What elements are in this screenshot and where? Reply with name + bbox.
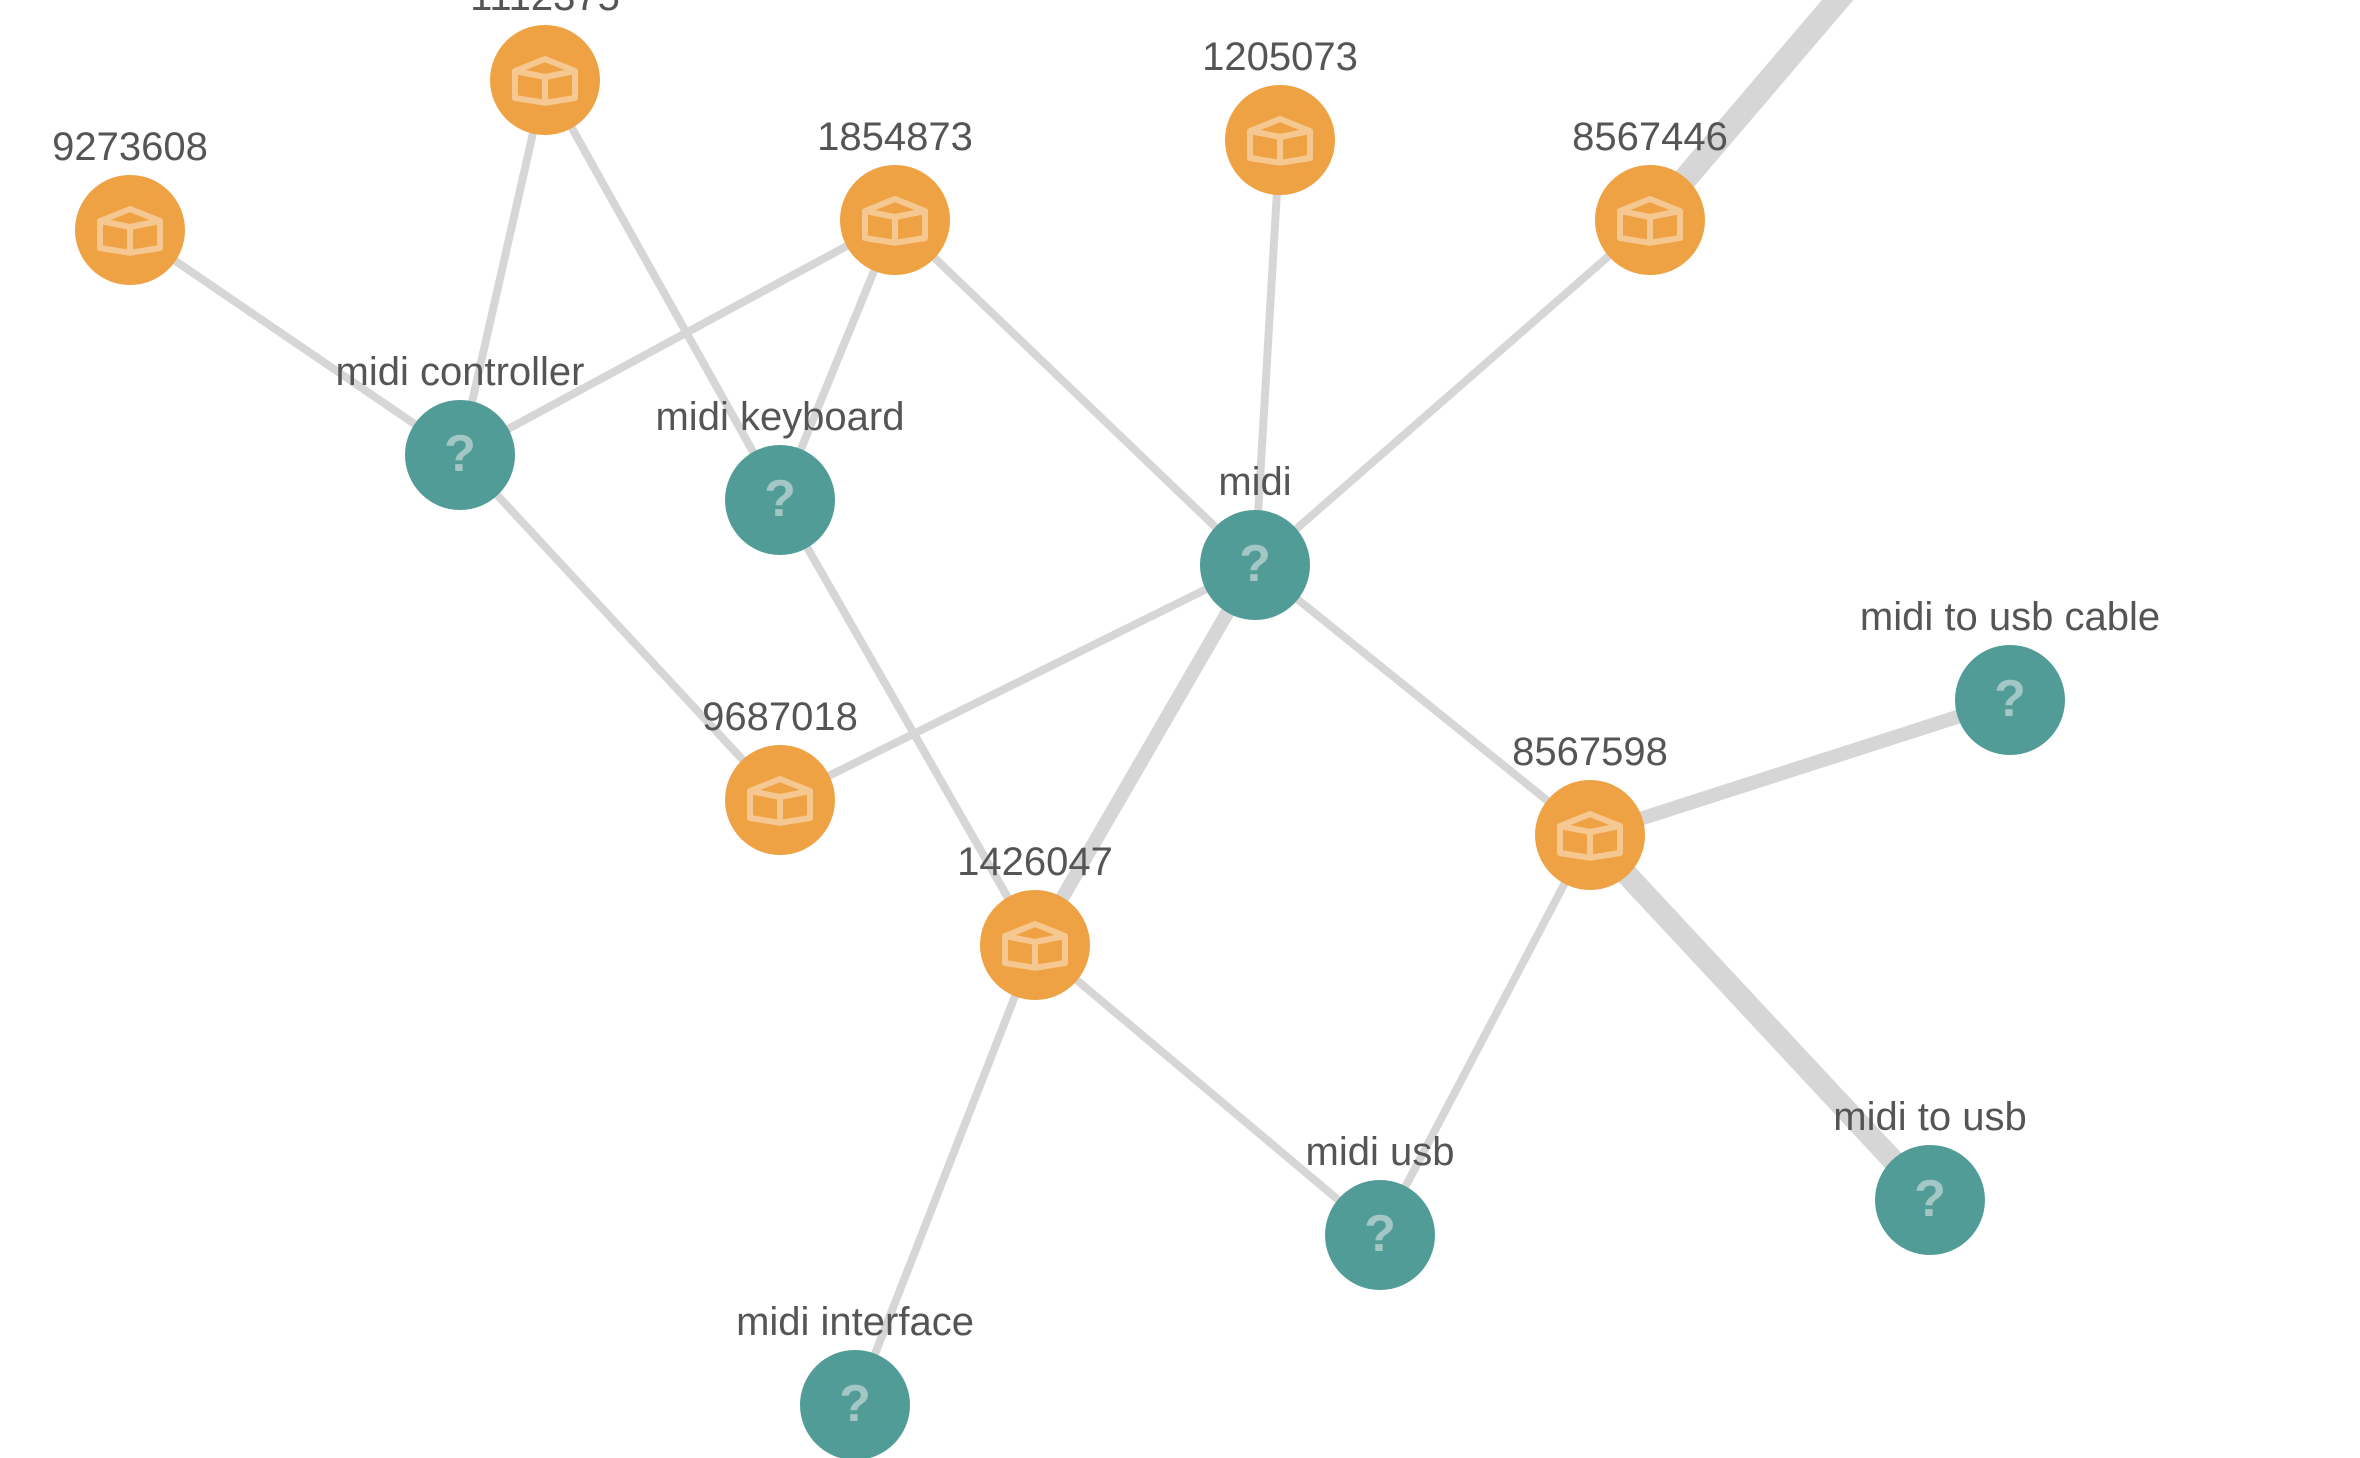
node-n_midi[interactable]: ? <box>1200 510 1310 620</box>
edge-16 <box>1380 835 1590 1235</box>
edge-3 <box>460 220 895 455</box>
node-label: 9273608 <box>52 125 208 169</box>
edge-1 <box>460 80 545 455</box>
node-n_midi_usb[interactable]: ? <box>1325 1180 1435 1290</box>
edge-17 <box>1590 835 1930 1200</box>
edge-2 <box>545 80 780 500</box>
node-n_midi_keyboard[interactable]: ? <box>725 445 835 555</box>
node-n_9273608[interactable] <box>75 175 185 285</box>
node-label: midi controller <box>336 350 585 394</box>
question-icon: ? <box>1914 1170 1946 1228</box>
node-label: midi to usb cable <box>1860 595 2160 639</box>
edge-0 <box>130 230 460 455</box>
node-label: midi keyboard <box>655 395 904 439</box>
node-label: 8567598 <box>1512 730 1668 774</box>
edge-9 <box>780 500 1035 945</box>
node-n_8567598[interactable] <box>1535 780 1645 890</box>
graph-canvas[interactable]: ???????927360811123751854873120507385674… <box>0 0 2360 1458</box>
node-label: 9687018 <box>702 695 858 739</box>
node-label: 1112375 <box>470 0 620 19</box>
node-label: 1205073 <box>1202 35 1358 79</box>
edge-15 <box>1590 700 2010 835</box>
question-icon: ? <box>1994 670 2026 728</box>
node-n_1205073[interactable] <box>1225 85 1335 195</box>
node-n_midi_interface[interactable]: ? <box>800 1350 910 1458</box>
question-icon: ? <box>1239 535 1271 593</box>
edge-13 <box>855 945 1035 1405</box>
edge-5 <box>895 220 1255 565</box>
question-icon: ? <box>1364 1205 1396 1263</box>
edge-layer <box>130 0 2010 1405</box>
node-n_midi_to_usb[interactable]: ? <box>1875 1145 1985 1255</box>
node-label: midi interface <box>736 1300 974 1344</box>
node-layer: ??????? <box>75 25 2065 1458</box>
node-n_midi_controller[interactable]: ? <box>405 400 515 510</box>
node-n_9687018[interactable] <box>725 745 835 855</box>
question-icon: ? <box>839 1375 871 1433</box>
question-icon: ? <box>444 425 476 483</box>
node-label: 1854873 <box>817 115 973 159</box>
edge-7 <box>1255 220 1650 565</box>
node-n_1112375[interactable] <box>490 25 600 135</box>
node-n_midi_to_usb_cable[interactable]: ? <box>1955 645 2065 755</box>
label-layer: 92736081112375185487312050738567446midi … <box>52 0 2160 1344</box>
question-icon: ? <box>764 470 796 528</box>
edge-14 <box>1255 565 1590 835</box>
edge-12 <box>1035 945 1380 1235</box>
node-n_8567446[interactable] <box>1595 165 1705 275</box>
node-n_1854873[interactable] <box>840 165 950 275</box>
edge-6 <box>1255 140 1280 565</box>
node-n_1426047[interactable] <box>980 890 1090 1000</box>
